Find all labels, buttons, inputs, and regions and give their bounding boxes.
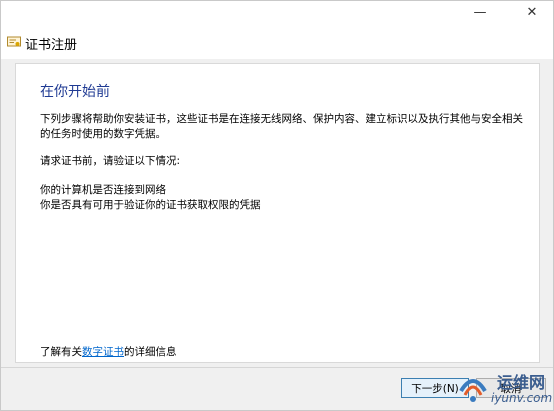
learn-more-suffix: 的详细信息 — [124, 346, 177, 358]
wizard-header: 证书注册 — [1, 27, 553, 59]
watermark: 运维网 iyunv.com — [453, 367, 553, 411]
page-heading: 在你开始前 — [40, 84, 110, 100]
learn-more-prefix: 了解有关 — [40, 346, 82, 358]
certificate-icon — [7, 36, 21, 47]
watermark-en-text: iyunv.com — [491, 391, 553, 405]
window-title: 证书注册 — [25, 38, 78, 53]
minimize-button[interactable]: — — [467, 3, 493, 23]
content-panel: 在你开始前 下列步骤将帮助你安装证书，这些证书是在连接无线网络、保护内容、建立标… — [15, 63, 540, 363]
learn-more-line: 了解有关数字证书的详细信息 — [40, 344, 177, 359]
prerequisite-network: 你的计算机是否连接到网络 — [40, 184, 166, 196]
watermark-logo-icon — [459, 379, 487, 402]
prerequisite-text: 请求证书前，请验证以下情况: — [40, 155, 181, 167]
close-button[interactable]: ✕ — [519, 3, 545, 23]
digital-certificate-link[interactable]: 数字证书 — [82, 346, 124, 358]
intro-text: 下列步骤将帮助你安装证书，这些证书是在连接无线网络、保护内容、建立标识以及执行其… — [40, 113, 523, 140]
prerequisite-credentials: 你是否具有可用于验证你的证书获取权限的凭据 — [40, 199, 261, 211]
certificate-enrollment-window: — ✕ 证书注册 在你开始前 下列步骤将帮助你安装证书，这些证书是在连接无线网络… — [0, 0, 554, 411]
watermark-cn-text: 运维网 — [497, 373, 546, 392]
title-bar: — ✕ — [1, 1, 553, 27]
